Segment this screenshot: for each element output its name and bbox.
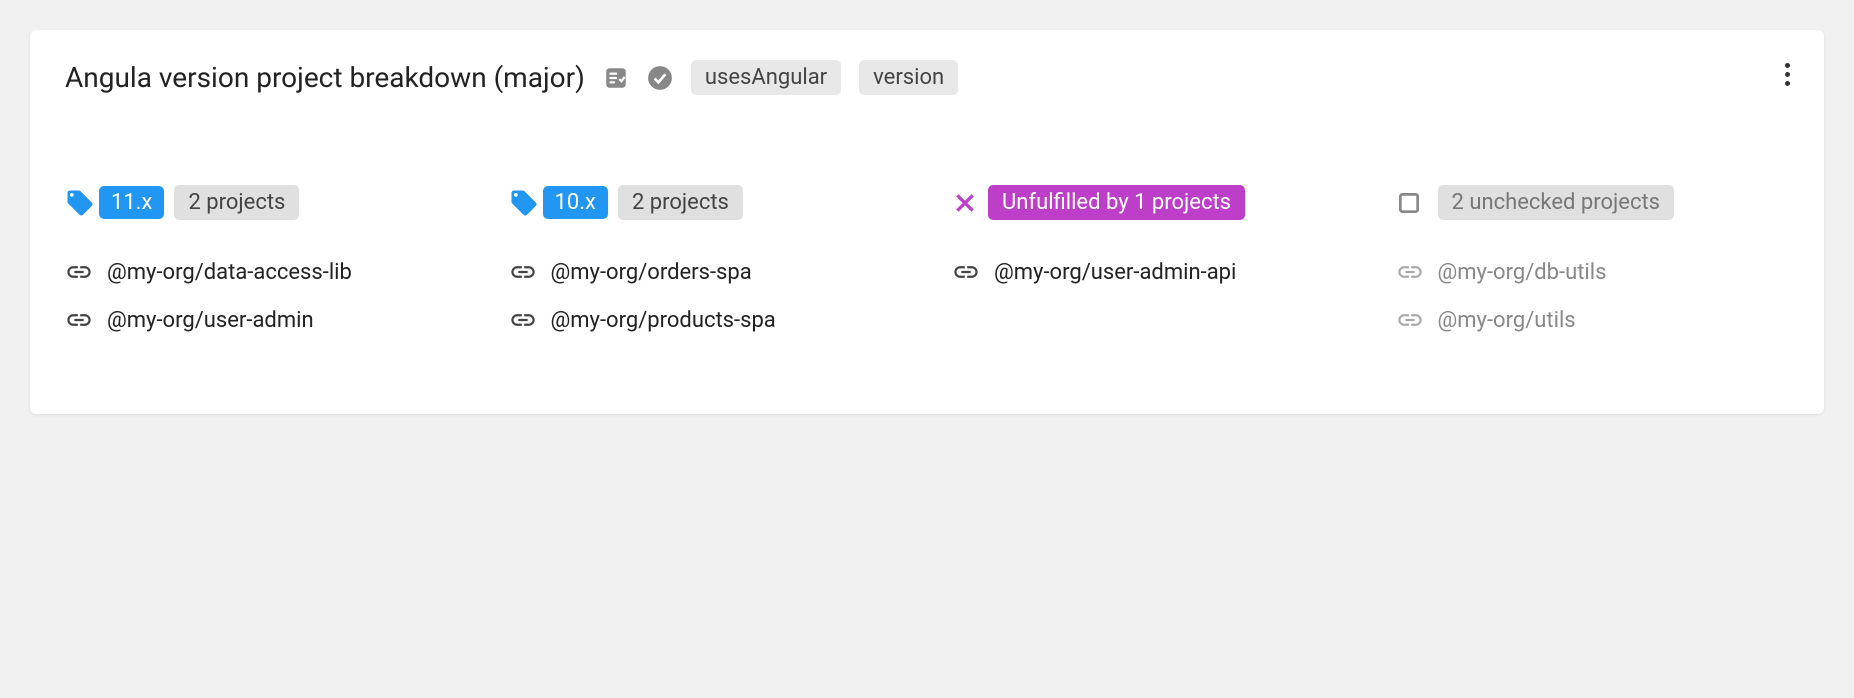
- project-name: @my-org/orders-spa: [551, 260, 752, 285]
- link-icon: [1396, 258, 1424, 286]
- project-name: @my-org/user-admin-api: [994, 260, 1236, 285]
- version-column: 11.x 2 projects @my-org/data-access-lib …: [65, 185, 459, 354]
- project-link[interactable]: @my-org/user-admin: [65, 306, 459, 334]
- checklist-icon[interactable]: [603, 65, 629, 91]
- project-count-badge: 2 projects: [174, 185, 299, 220]
- unchecked-column: 2 unchecked projects @my-org/db-utils @m…: [1396, 185, 1790, 354]
- link-icon: [1396, 306, 1424, 334]
- project-link[interactable]: @my-org/utils: [1396, 306, 1790, 334]
- unchecked-count-badge: 2 unchecked projects: [1438, 185, 1675, 220]
- project-link[interactable]: @my-org/db-utils: [1396, 258, 1790, 286]
- checkbox-empty-icon: [1396, 190, 1422, 216]
- project-name: @my-org/utils: [1438, 308, 1576, 333]
- project-link[interactable]: @my-org/user-admin-api: [952, 258, 1346, 286]
- column-header: 10.x 2 projects: [509, 185, 903, 220]
- version-column: 10.x 2 projects @my-org/orders-spa @my-o…: [509, 185, 903, 354]
- breakdown-card: Angula version project breakdown (major)…: [30, 30, 1824, 414]
- project-link[interactable]: @my-org/orders-spa: [509, 258, 903, 286]
- project-link[interactable]: @my-org/products-spa: [509, 306, 903, 334]
- close-icon: [952, 190, 978, 216]
- version-badge: 11.x: [99, 186, 164, 219]
- tag-icon: [65, 188, 95, 218]
- tag-icon: [509, 188, 539, 218]
- card-title: Angula version project breakdown (major): [65, 61, 585, 94]
- column-header: 2 unchecked projects: [1396, 185, 1790, 220]
- link-icon: [509, 306, 537, 334]
- unfulfilled-badge: Unfulfilled by 1 projects: [988, 185, 1245, 220]
- project-name: @my-org/user-admin: [107, 308, 314, 333]
- version-badge: 10.x: [543, 186, 608, 219]
- project-name: @my-org/products-spa: [551, 308, 776, 333]
- link-icon: [952, 258, 980, 286]
- link-icon: [509, 258, 537, 286]
- columns-container: 11.x 2 projects @my-org/data-access-lib …: [65, 185, 1789, 354]
- column-header: 11.x 2 projects: [65, 185, 459, 220]
- card-header: Angula version project breakdown (major)…: [65, 60, 1789, 95]
- unfulfilled-column: Unfulfilled by 1 projects @my-org/user-a…: [952, 185, 1346, 354]
- link-icon: [65, 258, 93, 286]
- project-link[interactable]: @my-org/data-access-lib: [65, 258, 459, 286]
- column-header: Unfulfilled by 1 projects: [952, 185, 1346, 220]
- filter-tag[interactable]: usesAngular: [691, 60, 841, 95]
- link-icon: [65, 306, 93, 334]
- filter-tag[interactable]: version: [859, 60, 958, 95]
- project-count-badge: 2 projects: [618, 185, 743, 220]
- card-menu-button[interactable]: [1775, 60, 1799, 88]
- checkmark-circle-icon[interactable]: [647, 65, 673, 91]
- project-name: @my-org/db-utils: [1438, 260, 1607, 285]
- project-name: @my-org/data-access-lib: [107, 260, 352, 285]
